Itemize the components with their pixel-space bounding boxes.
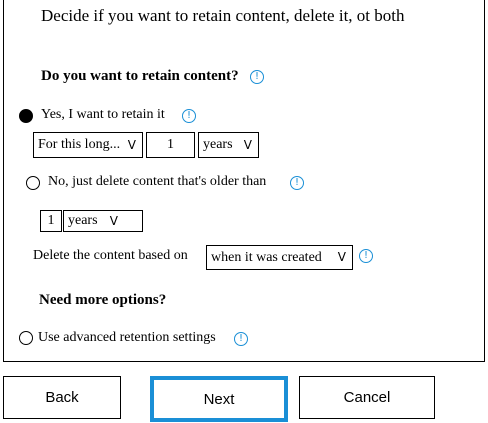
retain-question-heading: Do you want to retain content? — [41, 68, 239, 84]
advanced-settings-label: Use advanced retention settings — [38, 330, 216, 345]
chevron-down-icon: V — [127, 138, 136, 152]
duration-mode-value: For this long... — [38, 137, 121, 152]
info-icon[interactable]: ! — [359, 249, 373, 263]
delete-amount-value: 1 — [47, 213, 55, 228]
retain-radio[interactable] — [19, 109, 33, 123]
duration-mode-dropdown[interactable]: For this long... V — [33, 132, 143, 158]
retain-amount-value: 1 — [167, 137, 174, 152]
delete-only-radio[interactable] — [26, 176, 40, 190]
delete-based-on-label: Delete the content based on — [33, 248, 188, 263]
delete-based-on-value: when it was created — [211, 250, 322, 265]
chevron-down-icon: V — [243, 138, 252, 152]
delete-based-on-dropdown[interactable]: when it was created V — [206, 245, 353, 270]
cancel-button[interactable]: Cancel — [299, 376, 435, 419]
retain-option-label: Yes, I want to retain it — [41, 107, 165, 122]
retain-unit-value: years — [203, 137, 233, 152]
advanced-settings-radio[interactable] — [19, 331, 33, 345]
info-icon[interactable]: ! — [250, 70, 264, 84]
chevron-down-icon: V — [109, 214, 118, 228]
retain-amount-input[interactable]: 1 — [146, 132, 195, 158]
delete-amount-input[interactable]: 1 — [40, 210, 62, 232]
retain-unit-dropdown[interactable]: years V — [198, 132, 259, 158]
page-title: Decide if you want to retain content, de… — [41, 6, 405, 25]
back-button[interactable]: Back — [3, 376, 121, 419]
chevron-down-icon: V — [337, 250, 346, 264]
info-icon[interactable]: ! — [234, 332, 248, 346]
info-icon[interactable]: ! — [182, 109, 196, 123]
more-options-heading: Need more options? — [39, 292, 167, 308]
delete-unit-value: years — [68, 213, 98, 228]
next-button[interactable]: Next — [150, 376, 288, 422]
delete-only-option-label: No, just delete content that's older tha… — [48, 174, 267, 189]
info-icon[interactable]: ! — [290, 176, 304, 190]
delete-unit-dropdown[interactable]: years V — [63, 210, 143, 232]
